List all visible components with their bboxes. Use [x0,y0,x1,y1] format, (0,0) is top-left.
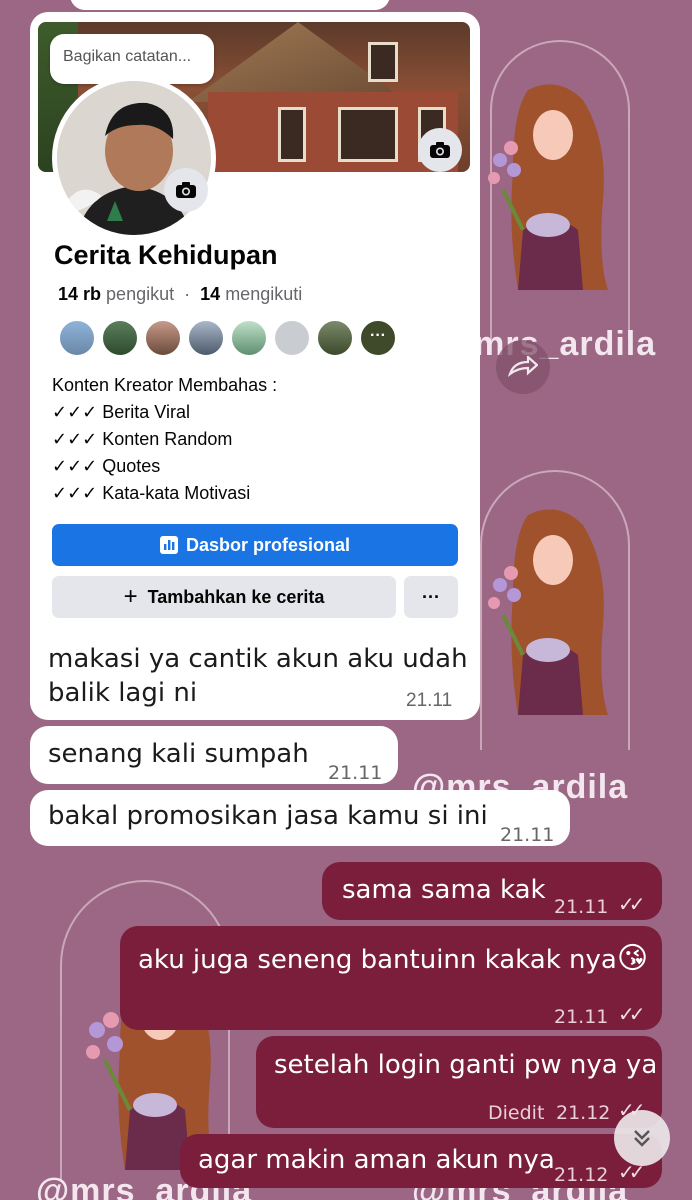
more-dots-icon: ··· [422,586,440,607]
add-to-story-button[interactable]: + Tambahkan ke cerita [52,576,396,618]
followers-count: 14 rb [58,284,102,304]
arch-frame [480,470,630,750]
read-ticks-icon: ✓✓ [618,1002,645,1026]
plus-icon: + [123,583,138,610]
message-line: balik lagi ni [48,678,198,708]
message-time: 21.12 [554,1164,609,1186]
friend-avatar[interactable] [230,319,268,357]
outgoing-message[interactable]: agar makin aman akun nya 21.12 ✓✓ [180,1134,662,1188]
hijab-illustration [488,509,608,715]
bio-heading: Konten Kreator Membahas : [52,375,278,395]
forward-button[interactable] [496,340,550,394]
following-label: mengikuti [225,284,303,304]
kiss-emoji-icon: 😘 [616,941,649,976]
bio-item: ✓✓✓ Kata-kata Motivasi [52,483,251,503]
followers-label: pengikut [106,284,175,304]
friend-avatar[interactable] [273,319,311,357]
message-text: agar makin aman akun nya [198,1145,555,1175]
outgoing-message[interactable]: sama sama kak 21.11 ✓✓ [322,862,662,920]
profile-avatar [52,76,216,240]
message-time: 21.11 [328,762,383,784]
edited-label: Diedit [488,1102,545,1124]
profile-bio: Konten Kreator Membahas : ✓✓✓ Berita Vir… [52,372,277,507]
friend-avatar[interactable] [101,319,139,357]
stats-separator: · [184,284,191,304]
arch-frame [490,40,630,340]
message-time: 21.11 [554,896,609,918]
profile-name: Cerita Kehidupan [54,240,278,270]
forward-icon [508,356,538,377]
more-friends-icon[interactable]: ··· [359,319,397,357]
double-chevron-down-icon [634,1130,650,1147]
avatar-camera-button[interactable] [164,168,208,212]
incoming-message[interactable]: senang kali sumpah 21.11 [30,726,398,784]
follow-stats: 14 rb pengikut · 14 mengikuti [58,284,302,305]
message-text-body: aku juga seneng bantuinn kakak nya [138,945,617,975]
message-text: bakal promosikan jasa kamu si ini [48,801,488,831]
message-text: aku juga seneng bantuinn kakak nya😘 [138,942,648,977]
message-time: 21.12 [556,1102,611,1124]
following-count: 14 [200,284,221,304]
camera-icon [176,182,196,198]
message-time: 21.11 [554,1006,609,1028]
incoming-message-text: makasi ya cantik akun aku udah balik lag… [48,642,468,710]
chart-icon [159,536,178,554]
cover-camera-button[interactable] [418,128,462,172]
bio-item: ✓✓✓ Quotes [52,456,161,476]
more-options-button[interactable]: ··· [404,576,458,618]
hijab-illustration [488,84,608,290]
message-text: setelah login ganti pw nya ya [274,1050,658,1080]
friend-avatar[interactable] [58,319,96,357]
message-line: makasi ya cantik akun aku udah [48,644,468,674]
add-to-story-label: Tambahkan ke cerita [147,586,325,607]
read-ticks-icon: ✓✓ [618,892,645,916]
friend-avatar[interactable] [144,319,182,357]
bio-item: ✓✓✓ Berita Viral [52,402,190,422]
professional-dashboard-button[interactable]: Dasbor profesional [52,524,458,566]
outgoing-message[interactable]: aku juga seneng bantuinn kakak nya😘 21.1… [120,926,662,1030]
message-time: 21.11 [500,824,555,846]
camera-icon [430,142,450,158]
previous-message-edge [70,0,390,10]
facebook-profile-screenshot: Bagikan catatan... Cerita Kehidupan 14 r… [32,18,476,634]
message-text: senang kali sumpah [48,739,309,769]
friend-avatar[interactable] [316,319,354,357]
friend-avatar[interactable] [187,319,225,357]
message-text: sama sama kak [342,875,546,905]
scroll-to-bottom-button[interactable] [614,1110,670,1166]
outgoing-message[interactable]: setelah login ganti pw nya ya Diedit 21.… [256,1036,662,1128]
incoming-message[interactable]: bakal promosikan jasa kamu si ini 21.11 [30,790,570,846]
professional-dashboard-label: Dasbor profesional [185,534,351,555]
message-time: 21.11 [406,690,453,711]
bio-item: ✓✓✓ Konten Random [52,429,233,449]
friends-avatar-row[interactable]: ··· [58,319,397,357]
